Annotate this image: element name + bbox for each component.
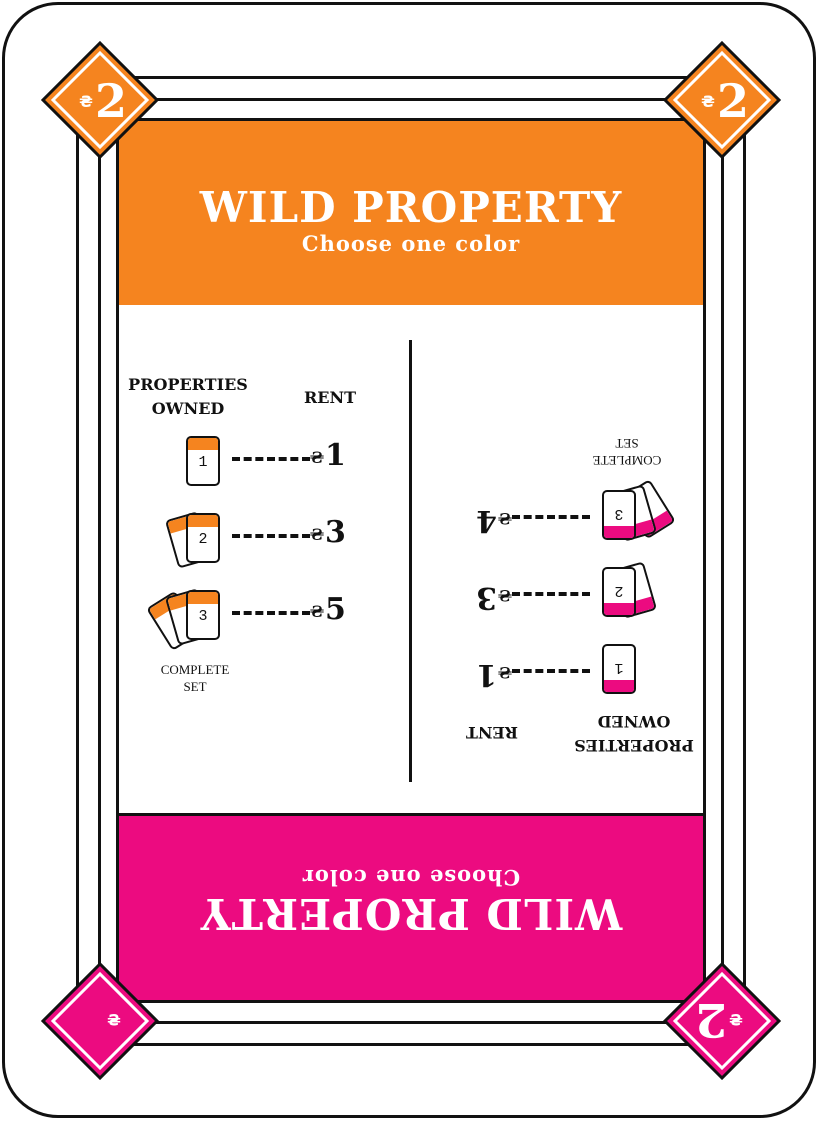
- rent-row: 1 ₴1: [412, 636, 702, 696]
- value-badge-top-left: ₴ 2: [41, 41, 159, 159]
- card-title: WILD PROPERTY: [199, 889, 623, 938]
- bottom-rent-table: PROPERTIES OWNED RENT 1 ₴1 2 ₴3 3 ₴4 COMPLETE…: [412, 310, 702, 820]
- owned-count: 1: [198, 454, 208, 471]
- rent-header: RENT: [303, 388, 357, 407]
- badge-currency-symbol: ₴: [79, 92, 93, 111]
- property-card-icon: 1: [602, 644, 636, 694]
- rent-amount: 3: [325, 515, 346, 550]
- top-color-band: WILD PROPERTY Choose one color: [116, 118, 706, 308]
- complete-set-label: COMPLETE SET: [592, 436, 662, 468]
- badge-value: 2: [695, 993, 727, 1047]
- rent-amount: 4: [476, 503, 497, 538]
- rent-value: ₴1: [476, 657, 512, 692]
- property-card-icon: 3: [602, 490, 636, 540]
- property-card-icon: 1: [186, 436, 220, 486]
- currency-symbol: ₴: [497, 509, 512, 529]
- badge-currency-symbol: ₴: [107, 1010, 121, 1029]
- dotted-leader: [232, 611, 310, 615]
- card-subtitle: Choose one color: [301, 865, 521, 890]
- rent-amount: 5: [325, 592, 346, 627]
- rent-row: 3 ₴4: [412, 478, 702, 542]
- value-badge-bottom-right: ₴2: [663, 962, 781, 1080]
- badge-value: 2: [717, 74, 749, 128]
- dotted-leader: [232, 457, 310, 461]
- rent-value: ₴5: [310, 592, 346, 627]
- currency-symbol: ₴: [497, 663, 512, 683]
- top-rent-table: PROPERTIES OWNED RENT 1 ₴1 2 ₴3 3 ₴5 COMPLETE…: [120, 310, 410, 820]
- badge-currency-symbol: ₴: [701, 92, 715, 111]
- value-badge-top-right: ₴ 2: [663, 41, 781, 159]
- properties-owned-header: PROPERTIES OWNED: [574, 712, 694, 755]
- owned-count: 1: [614, 659, 624, 676]
- property-card-icon: 3: [186, 590, 220, 640]
- dotted-leader: [512, 515, 590, 519]
- dotted-leader: [232, 534, 310, 538]
- rent-value: ₴3: [476, 580, 512, 615]
- currency-symbol: ₴: [497, 586, 512, 606]
- currency-symbol: ₴: [310, 447, 325, 467]
- dotted-leader: [512, 592, 590, 596]
- rent-row: 2 ₴3: [412, 559, 702, 619]
- property-card-icon: 2: [602, 567, 636, 617]
- currency-symbol: ₴: [310, 524, 325, 544]
- badge-diamond: [41, 962, 159, 1080]
- rent-row: 1 ₴1: [120, 434, 410, 494]
- rent-amount: 1: [476, 657, 497, 692]
- owned-count: 2: [614, 582, 624, 599]
- rent-row: 2 ₴3: [120, 511, 410, 571]
- properties-owned-header: PROPERTIES OWNED: [128, 375, 248, 418]
- value-badge-bottom-left: ₴: [41, 962, 159, 1080]
- property-card-icon: 2: [186, 513, 220, 563]
- bottom-color-band: WILD PROPERTY Choose one color: [116, 813, 706, 1003]
- badge-value: 2: [95, 74, 127, 128]
- card-title: WILD PROPERTY: [199, 183, 623, 232]
- currency-symbol: ₴: [310, 601, 325, 621]
- dotted-leader: [512, 669, 590, 673]
- owned-count: 3: [614, 505, 624, 522]
- badge-currency-symbol: ₴: [729, 1010, 743, 1029]
- complete-set-label: COMPLETE SET: [160, 662, 230, 694]
- rent-header: RENT: [465, 723, 519, 742]
- card-subtitle: Choose one color: [301, 231, 521, 256]
- owned-count: 2: [198, 531, 208, 548]
- rent-row: 3 ₴5: [120, 588, 410, 652]
- rent-amount: 3: [476, 580, 497, 615]
- rent-value: ₴3: [310, 515, 346, 550]
- rent-value: ₴4: [476, 503, 512, 538]
- rent-value: ₴1: [310, 438, 346, 473]
- rent-amount: 1: [325, 438, 346, 473]
- owned-count: 3: [198, 608, 208, 625]
